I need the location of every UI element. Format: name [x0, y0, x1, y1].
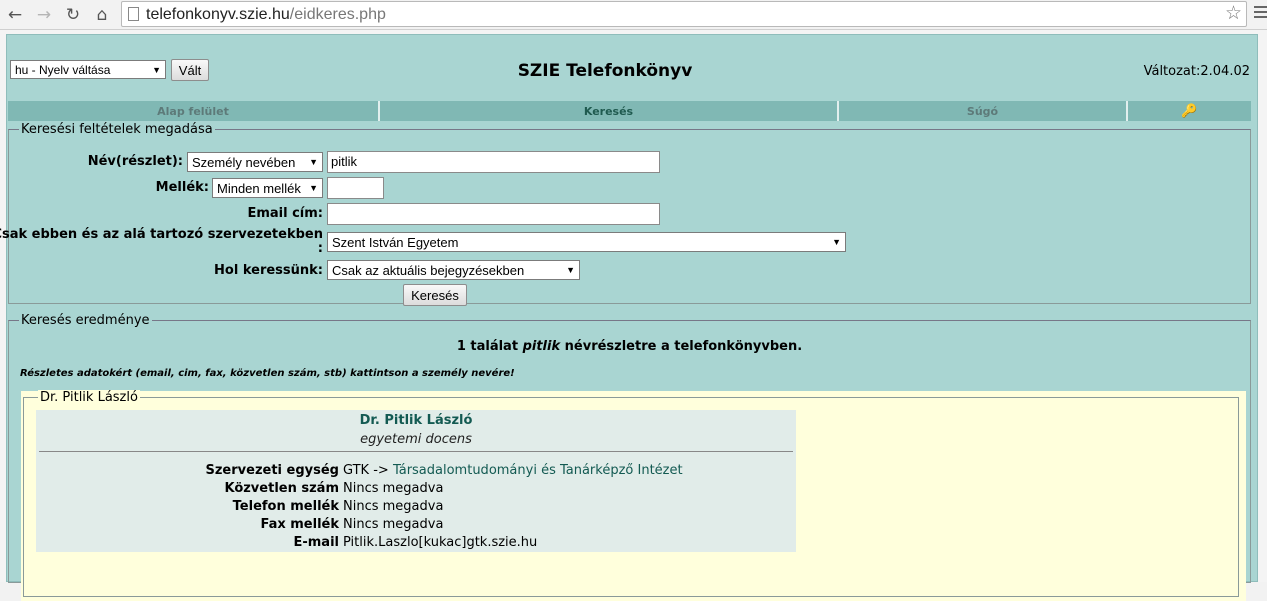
where-select[interactable]: Csak az aktuális bejegyzésekben ▼: [327, 260, 580, 280]
forward-icon[interactable]: →: [33, 4, 55, 26]
where-label: Hol keressünk:: [214, 263, 323, 278]
org-unit-link[interactable]: Társadalomtudományi és Tanárképző Intéze…: [393, 463, 683, 478]
page-icon: [128, 7, 139, 21]
home-icon[interactable]: ⌂: [91, 4, 113, 26]
browser-toolbar: ← → ↻ ⌂ telefonkonyv.szie.hu/eidkeres.ph…: [0, 0, 1267, 30]
page-title: SZIE Telefonkönyv: [517, 61, 693, 81]
name-input[interactable]: pitlik: [327, 151, 660, 173]
name-mode-select[interactable]: Személy nevében ▼: [187, 152, 323, 172]
chevron-down-icon: ▼: [309, 157, 318, 167]
results-hint: Részletes adatokért (email, cim, fax, kö…: [20, 368, 515, 379]
person-card: Dr. Pitlik László egyetemi docens Szerve…: [36, 410, 796, 552]
person-result: Dr. Pitlik László Dr. Pitlik László egye…: [21, 390, 1246, 601]
search-results-fieldset: Keresés eredménye 1 találat pitlik névré…: [8, 313, 1251, 601]
extension-mode-select[interactable]: Minden mellék ▼: [212, 178, 323, 198]
name-label: Név(részlet):: [87, 154, 183, 169]
tab-basic[interactable]: Alap felület: [8, 101, 380, 121]
search-criteria-fieldset: Keresési feltételek megadása Név(részlet…: [0, 122, 1251, 306]
extension-label: Mellék:: [155, 180, 209, 195]
card-divider: [39, 451, 793, 452]
browser-menu-icon[interactable]: [1254, 6, 1267, 22]
key-icon: 🔑: [1181, 103, 1198, 119]
email-label: Email cím:: [247, 206, 323, 221]
search-results-legend: Keresés eredménye: [21, 313, 150, 328]
url-text: telefonkonyv.szie.hu/eidkeres.php: [146, 6, 386, 23]
address-bar[interactable]: telefonkonyv.szie.hu/eidkeres.php ☆: [121, 1, 1247, 27]
person-name-link[interactable]: Dr. Pitlik László: [36, 413, 796, 428]
person-legend: Dr. Pitlik László: [38, 390, 140, 405]
email-input[interactable]: [327, 203, 660, 225]
search-criteria-legend: Keresési feltételek megadása: [21, 122, 213, 137]
bookmark-star-icon[interactable]: ☆: [1225, 2, 1242, 24]
chevron-down-icon: ▼: [566, 265, 575, 275]
tab-login[interactable]: 🔑: [1128, 101, 1251, 121]
chevron-down-icon: ▼: [832, 237, 841, 247]
results-summary: 1 találat pitlik névrészletre a telefonk…: [456, 339, 803, 354]
tab-bar: Alap felület Keresés Súgó 🔑: [8, 101, 1251, 121]
extension-input[interactable]: [327, 177, 384, 199]
version-label: Változat:2.04.02: [1143, 64, 1250, 79]
page: hu - Nyelv váltása ▼ Vált SZIE Telefonkön…: [0, 30, 1267, 601]
tab-search[interactable]: Keresés: [380, 101, 839, 121]
org-select[interactable]: Szent István Egyetem ▼: [327, 232, 846, 252]
tab-help[interactable]: Súgó: [839, 101, 1128, 121]
person-fieldset: Dr. Pitlik László Dr. Pitlik László egye…: [23, 390, 1239, 597]
chevron-down-icon: ▼: [309, 183, 318, 193]
back-icon[interactable]: ←: [4, 4, 26, 26]
person-role: egyetemi docens: [360, 432, 472, 447]
org-label: Csak ebben és az alá tartozó szervezetek…: [0, 227, 323, 256]
app-frame: hu - Nyelv váltása ▼ Vált SZIE Telefonkön…: [0, 34, 1258, 601]
reload-icon[interactable]: ↻: [62, 4, 84, 26]
search-button[interactable]: Keresés: [403, 284, 467, 306]
